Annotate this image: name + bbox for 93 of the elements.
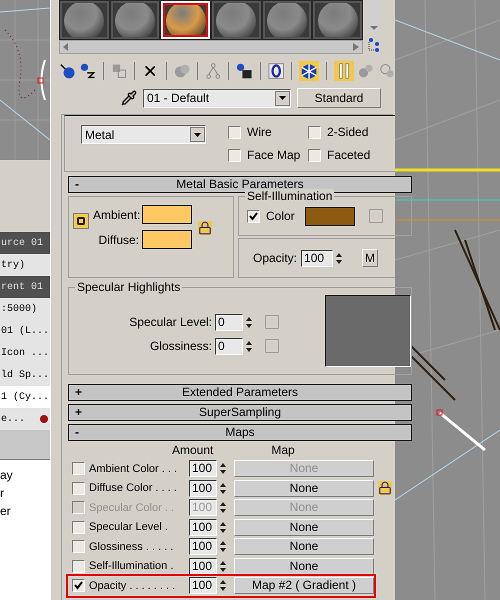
checkbox[interactable]: [72, 540, 85, 554]
eyedropper-icon[interactable]: [121, 90, 137, 106]
horizontal-scrollbar[interactable]: [59, 40, 363, 54]
spheres-arrow-icon[interactable]: [79, 62, 96, 80]
bars-icon[interactable]: [334, 60, 354, 82]
number-field[interactable]: 100: [189, 518, 217, 536]
map-button[interactable]: M: [362, 249, 378, 267]
number-field[interactable]: 0: [215, 338, 243, 354]
map-slot-button[interactable]: Map #2 ( Gradient ): [234, 577, 374, 594]
stack-item[interactable]: 1 (Cy...: [0, 386, 50, 408]
number-field[interactable]: 100: [189, 460, 217, 478]
number-field[interactable]: 100: [189, 480, 217, 497]
color-label: Ambient:: [93, 206, 139, 224]
material-type-button[interactable]: Standard: [297, 88, 381, 108]
shader-name: Metal: [84, 126, 114, 144]
column-header: Amount: [172, 442, 214, 459]
map-channel-label: Specular Level .: [89, 520, 169, 535]
map-channel-label: Opacity . . . . . . . .: [89, 578, 176, 594]
rollout-title: Metal Basic Parameters: [176, 177, 304, 191]
rollout-header[interactable]: - Maps: [68, 424, 412, 441]
number-field[interactable]: 0: [215, 314, 243, 330]
stack-item[interactable]: e...: [0, 408, 50, 430]
checkbox[interactable]: [72, 462, 85, 476]
number-field[interactable]: 100: [189, 538, 217, 556]
checkbox[interactable]: [72, 520, 85, 534]
stack-item[interactable]: 01 (L...: [0, 320, 50, 342]
stack-item[interactable]: try): [0, 254, 50, 276]
number-field[interactable]: 100: [301, 250, 334, 266]
rollout-toggle[interactable]: +: [75, 385, 82, 400]
map-channel-label: Specular Color . .: [89, 500, 175, 516]
stack-item[interactable]: ld Sp...: [0, 364, 50, 386]
stack-item[interactable]: Icon ...: [0, 342, 50, 364]
opacity-label: Opacity:: [253, 250, 298, 267]
color-swatch[interactable]: [304, 206, 355, 226]
column-header: Map: [271, 442, 295, 459]
checkbox[interactable]: [72, 579, 85, 592]
number-field[interactable]: 100: [189, 577, 217, 594]
checkbox-label: Wire: [247, 124, 272, 141]
sphere-arrow-icon[interactable]: [59, 62, 76, 80]
rollout-title: SuperSampling: [198, 405, 282, 420]
rollout-title: Maps: [225, 425, 255, 440]
dots-icon[interactable]: [367, 36, 381, 52]
stack-item[interactable]: :5000): [0, 298, 50, 320]
circle-letter-icon[interactable]: [268, 62, 284, 80]
checkbox[interactable]: [72, 482, 85, 495]
stack-item[interactable]: rent 01: [0, 276, 50, 298]
color-swatch[interactable]: [142, 230, 192, 249]
group-title: Specular Highlights: [75, 280, 182, 294]
map-slot-button[interactable]: None: [234, 480, 374, 497]
checkbox-label: 2-Sided: [327, 124, 368, 141]
lock-icon[interactable]: [378, 481, 392, 495]
checkbox[interactable]: [308, 148, 321, 162]
map-channel-label: Self-Illumination .: [89, 559, 174, 574]
checker-cube-icon[interactable]: [298, 60, 320, 82]
rollout-header[interactable]: + SuperSampling: [68, 404, 412, 421]
group-title: Self-Illumination: [245, 189, 334, 203]
map-slot-button[interactable]: None: [234, 538, 374, 556]
number-field[interactable]: 100: [189, 558, 217, 575]
lock-icon[interactable]: [198, 221, 212, 235]
color-swatch[interactable]: [142, 205, 192, 224]
shader-dropdown[interactable]: Metal: [81, 125, 206, 144]
checkmark-icon: [74, 581, 83, 590]
field-label: Specular Level:: [129, 314, 212, 331]
rollout-header[interactable]: + Extended Parameters: [68, 384, 412, 401]
list-item[interactable]: r: [0, 484, 50, 502]
material-name-dropdown[interactable]: 01 - Default: [143, 88, 291, 108]
map-slot-button[interactable]: None: [234, 518, 374, 536]
rollout-toggle[interactable]: -: [75, 425, 79, 440]
checkmark-icon: [249, 212, 258, 220]
stack-item[interactable]: urce 01: [0, 232, 50, 254]
checkbox[interactable]: [72, 560, 85, 573]
vertical-scrollbar-icon[interactable]: [367, 2, 381, 32]
rollout-toggle[interactable]: -: [75, 177, 79, 192]
material-name: 01 - Default: [146, 90, 210, 107]
sphere-disk-icon[interactable]: [236, 62, 253, 80]
rollout-toggle[interactable]: +: [75, 405, 82, 420]
checkbox-label: Faceted: [327, 147, 370, 164]
checkbox-label: Face Map: [247, 147, 300, 164]
list-item[interactable]: ay: [0, 466, 50, 484]
list-item[interactable]: er: [0, 502, 50, 520]
map-channel-label: Ambient Color . . .: [89, 462, 178, 476]
color-label: Diffuse:: [98, 232, 139, 248]
checkbox[interactable]: [308, 126, 321, 138]
field-label: Glossiness:: [150, 338, 212, 355]
map-channel-label: Diffuse Color . . . .: [89, 481, 178, 496]
checkbox[interactable]: [247, 210, 260, 222]
checkbox[interactable]: [228, 126, 241, 138]
rollout-title: Extended Parameters: [182, 385, 298, 400]
lock-toggle-icon[interactable]: [73, 213, 89, 229]
map-slot-button[interactable]: None: [234, 558, 374, 575]
map-channel-label: Glossiness . . . . .: [89, 540, 174, 554]
checkbox[interactable]: [228, 148, 241, 162]
checkbox-label: Color: [266, 208, 295, 225]
